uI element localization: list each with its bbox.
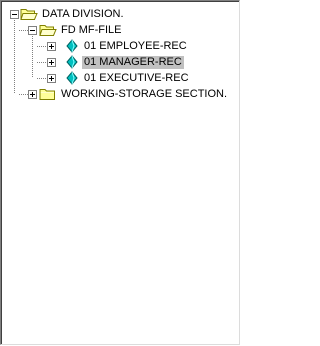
expand-manager-rec-button[interactable] — [47, 58, 56, 67]
open-folder-icon — [39, 22, 57, 38]
tree-node-data-division[interactable]: DATA DIVISION. — [20, 6, 126, 22]
record-gem-icon — [65, 54, 79, 70]
tree-node-working-storage[interactable]: WORKING-STORAGE SECTION. — [39, 86, 229, 102]
tree-node-label-selected: 01 MANAGER-REC — [82, 55, 184, 69]
tree-node-label: FD MF-FILE — [61, 23, 122, 36]
tree-node-executive-rec[interactable]: 01 EXECUTIVE-REC — [65, 70, 191, 86]
expand-executive-rec-button[interactable] — [47, 74, 56, 83]
record-gem-icon — [65, 70, 79, 86]
open-folder-icon — [20, 6, 38, 22]
collapse-fd-mf-file-button[interactable] — [28, 26, 37, 35]
expand-working-storage-button[interactable] — [28, 90, 37, 99]
closed-folder-icon — [39, 86, 55, 102]
tree-node-manager-rec[interactable]: 01 MANAGER-REC — [65, 54, 184, 70]
tree-view[interactable]: DATA DIVISION. FD MF-FILE 01 EMPLOYEE-RE… — [0, 0, 240, 345]
tree-node-label: WORKING-STORAGE SECTION. — [61, 87, 228, 100]
collapse-data-division-button[interactable] — [10, 10, 19, 19]
tree-node-employee-rec[interactable]: 01 EMPLOYEE-REC — [65, 38, 189, 54]
tree-node-label: 01 EMPLOYEE-REC — [84, 39, 187, 52]
tree-node-label: DATA DIVISION. — [42, 7, 124, 20]
tree-node-label: 01 EXECUTIVE-REC — [84, 71, 189, 84]
record-gem-icon — [65, 38, 79, 54]
tree-node-fd-mf-file[interactable]: FD MF-FILE — [39, 22, 124, 38]
expand-employee-rec-button[interactable] — [47, 42, 56, 51]
